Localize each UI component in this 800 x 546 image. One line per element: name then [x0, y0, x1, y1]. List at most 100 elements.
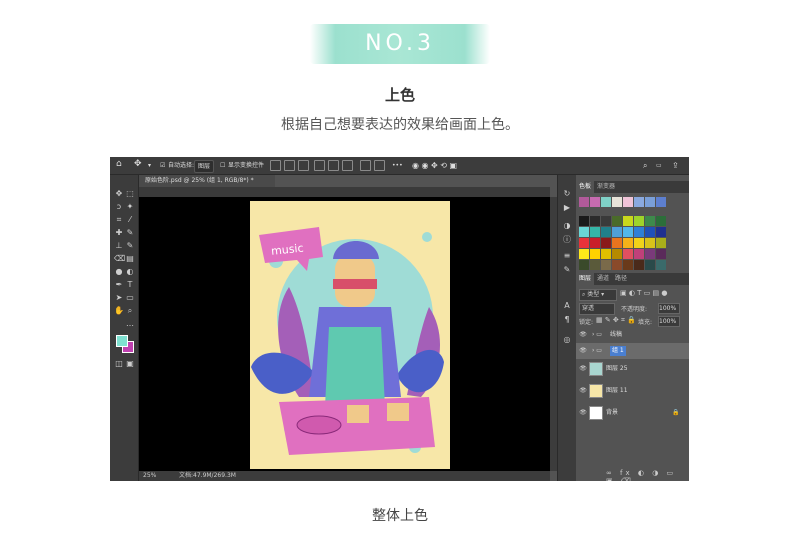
- lock-icons[interactable]: ▦ ✎ ✥ ⌗ 🔒: [596, 316, 636, 325]
- color-swatch[interactable]: [656, 260, 666, 270]
- layer-actions-bar[interactable]: ∞ fx ◐ ◑ ▭ ▣ ⌫: [606, 469, 689, 481]
- color-swatch[interactable]: [590, 197, 600, 207]
- layer-row[interactable]: 👁 › ▭ 线稿: [576, 327, 689, 343]
- color-swatch[interactable]: [579, 238, 589, 248]
- type-tool-icon[interactable]: T: [125, 280, 135, 290]
- auto-select-dropdown[interactable]: 图层: [194, 160, 215, 173]
- auto-select-checkbox[interactable]: ☑: [160, 160, 165, 171]
- color-swatch[interactable]: [601, 260, 611, 270]
- color-swatch[interactable]: [612, 216, 622, 226]
- foreground-color-swatch[interactable]: [116, 335, 128, 347]
- color-swatch[interactable]: [656, 249, 666, 259]
- blur-tool-icon[interactable]: ●: [114, 267, 124, 277]
- zoom-tool-icon[interactable]: ⌕: [125, 306, 135, 316]
- healing-brush-icon[interactable]: ✚: [114, 228, 124, 238]
- color-swatch[interactable]: [645, 249, 655, 259]
- layer-filter-kind[interactable]: ⌕ 类型 ▾: [579, 289, 617, 301]
- actions-icon[interactable]: ▶: [562, 203, 572, 213]
- magic-wand-icon[interactable]: ✦: [125, 202, 135, 212]
- color-swatch[interactable]: [612, 197, 622, 207]
- color-swatch[interactable]: [634, 260, 644, 270]
- eyedropper-icon[interactable]: ⁄: [125, 215, 135, 225]
- screen-mode-icon[interactable]: ▣: [125, 359, 135, 369]
- tab-paths[interactable]: 路径: [612, 273, 630, 285]
- clone-stamp-icon[interactable]: ⊥: [114, 241, 124, 251]
- color-swatch[interactable]: [590, 260, 600, 270]
- share-icon[interactable]: ⇪: [672, 160, 679, 171]
- color-swatch[interactable]: [579, 197, 589, 207]
- show-transform-checkbox[interactable]: ☐: [220, 160, 225, 171]
- visibility-eye-icon[interactable]: 👁: [579, 327, 587, 343]
- tab-channels[interactable]: 通道: [594, 273, 612, 285]
- adjustments-icon[interactable]: ◑: [562, 221, 572, 231]
- layer-name[interactable]: 组 1: [610, 346, 626, 356]
- info-icon[interactable]: ⓘ: [562, 235, 572, 245]
- visibility-eye-icon[interactable]: 👁: [579, 359, 587, 379]
- color-swatch[interactable]: [623, 197, 633, 207]
- color-swatch[interactable]: [601, 197, 611, 207]
- layer-filter-icons[interactable]: ▣ ◐ T ▭ ▤ ●: [620, 289, 667, 297]
- document-tab[interactable]: 原始色阶.psd @ 25% (组 1, RGB/8*) *: [139, 175, 275, 187]
- more-tools-icon[interactable]: …: [125, 319, 135, 329]
- color-swatch[interactable]: [590, 227, 600, 237]
- lasso-tool-icon[interactable]: ↄ: [114, 202, 124, 212]
- brush-settings-icon[interactable]: ✎: [562, 265, 572, 275]
- color-swatch[interactable]: [656, 197, 666, 207]
- color-swatch[interactable]: [623, 216, 633, 226]
- layer-row[interactable]: 👁 图层 25: [576, 359, 689, 379]
- gradient-tool-icon[interactable]: ▤: [125, 254, 135, 264]
- hand-tool-icon[interactable]: ✋: [114, 306, 124, 316]
- move-tool-icon[interactable]: ✥: [134, 159, 142, 170]
- opacity-field[interactable]: 100%: [658, 303, 680, 314]
- visibility-eye-icon[interactable]: 👁: [579, 381, 587, 401]
- history-icon[interactable]: ↻: [562, 189, 572, 199]
- color-swatch[interactable]: [645, 197, 655, 207]
- brush-tool-icon[interactable]: ✎: [125, 228, 135, 238]
- history-brush-icon[interactable]: ✎: [125, 241, 135, 251]
- distribute-icon[interactable]: [360, 160, 371, 171]
- color-swatch[interactable]: [634, 238, 644, 248]
- blend-mode-dropdown[interactable]: 穿透: [579, 303, 615, 315]
- paragraph-icon[interactable]: ≡: [562, 251, 572, 261]
- color-swatch[interactable]: [645, 238, 655, 248]
- color-swatch[interactable]: [623, 238, 633, 248]
- pen-tool-icon[interactable]: ✒: [114, 280, 124, 290]
- color-swatch[interactable]: [623, 249, 633, 259]
- visibility-eye-icon[interactable]: 👁: [579, 343, 587, 359]
- color-swatch[interactable]: [645, 227, 655, 237]
- rectangle-tool-icon[interactable]: ▭: [125, 293, 135, 303]
- align-bottom-icon[interactable]: [342, 160, 353, 171]
- color-swatch[interactable]: [601, 227, 611, 237]
- color-swatch[interactable]: [656, 216, 666, 226]
- distribute-icon[interactable]: [374, 160, 385, 171]
- dropdown-chevron-icon[interactable]: ▾: [148, 160, 151, 171]
- move-tool-icon[interactable]: ✥: [114, 189, 124, 199]
- color-swatch[interactable]: [623, 260, 633, 270]
- zoom-level[interactable]: 25%: [143, 471, 156, 481]
- align-middle-icon[interactable]: [328, 160, 339, 171]
- tab-swatches[interactable]: 色板: [576, 181, 595, 193]
- color-swatch[interactable]: [645, 260, 655, 270]
- canvas-area[interactable]: music: [139, 197, 550, 471]
- layer-row-selected[interactable]: 👁 › ▭ 组 1: [576, 343, 689, 359]
- color-swatch[interactable]: [634, 197, 644, 207]
- align-top-icon[interactable]: [314, 160, 325, 171]
- align-right-icon[interactable]: [298, 160, 309, 171]
- properties-icon[interactable]: ◎: [562, 335, 572, 345]
- color-swatch[interactable]: [612, 238, 622, 248]
- layer-row[interactable]: 👁 图层 11: [576, 381, 689, 401]
- character-icon[interactable]: A: [562, 301, 572, 311]
- layer-row[interactable]: 👁 背景 🔒: [576, 403, 689, 423]
- color-swatch[interactable]: [579, 249, 589, 259]
- align-left-icon[interactable]: [270, 160, 281, 171]
- color-swatch[interactable]: [656, 238, 666, 248]
- color-swatch[interactable]: [634, 216, 644, 226]
- color-swatch[interactable]: [601, 216, 611, 226]
- color-swatch[interactable]: [579, 260, 589, 270]
- eraser-tool-icon[interactable]: ⌫: [114, 254, 125, 264]
- color-swatch[interactable]: [645, 216, 655, 226]
- paragraph-icon[interactable]: ¶: [562, 315, 572, 325]
- color-swatch[interactable]: [656, 227, 666, 237]
- fill-field[interactable]: 100%: [658, 316, 680, 327]
- color-swatch[interactable]: [612, 260, 622, 270]
